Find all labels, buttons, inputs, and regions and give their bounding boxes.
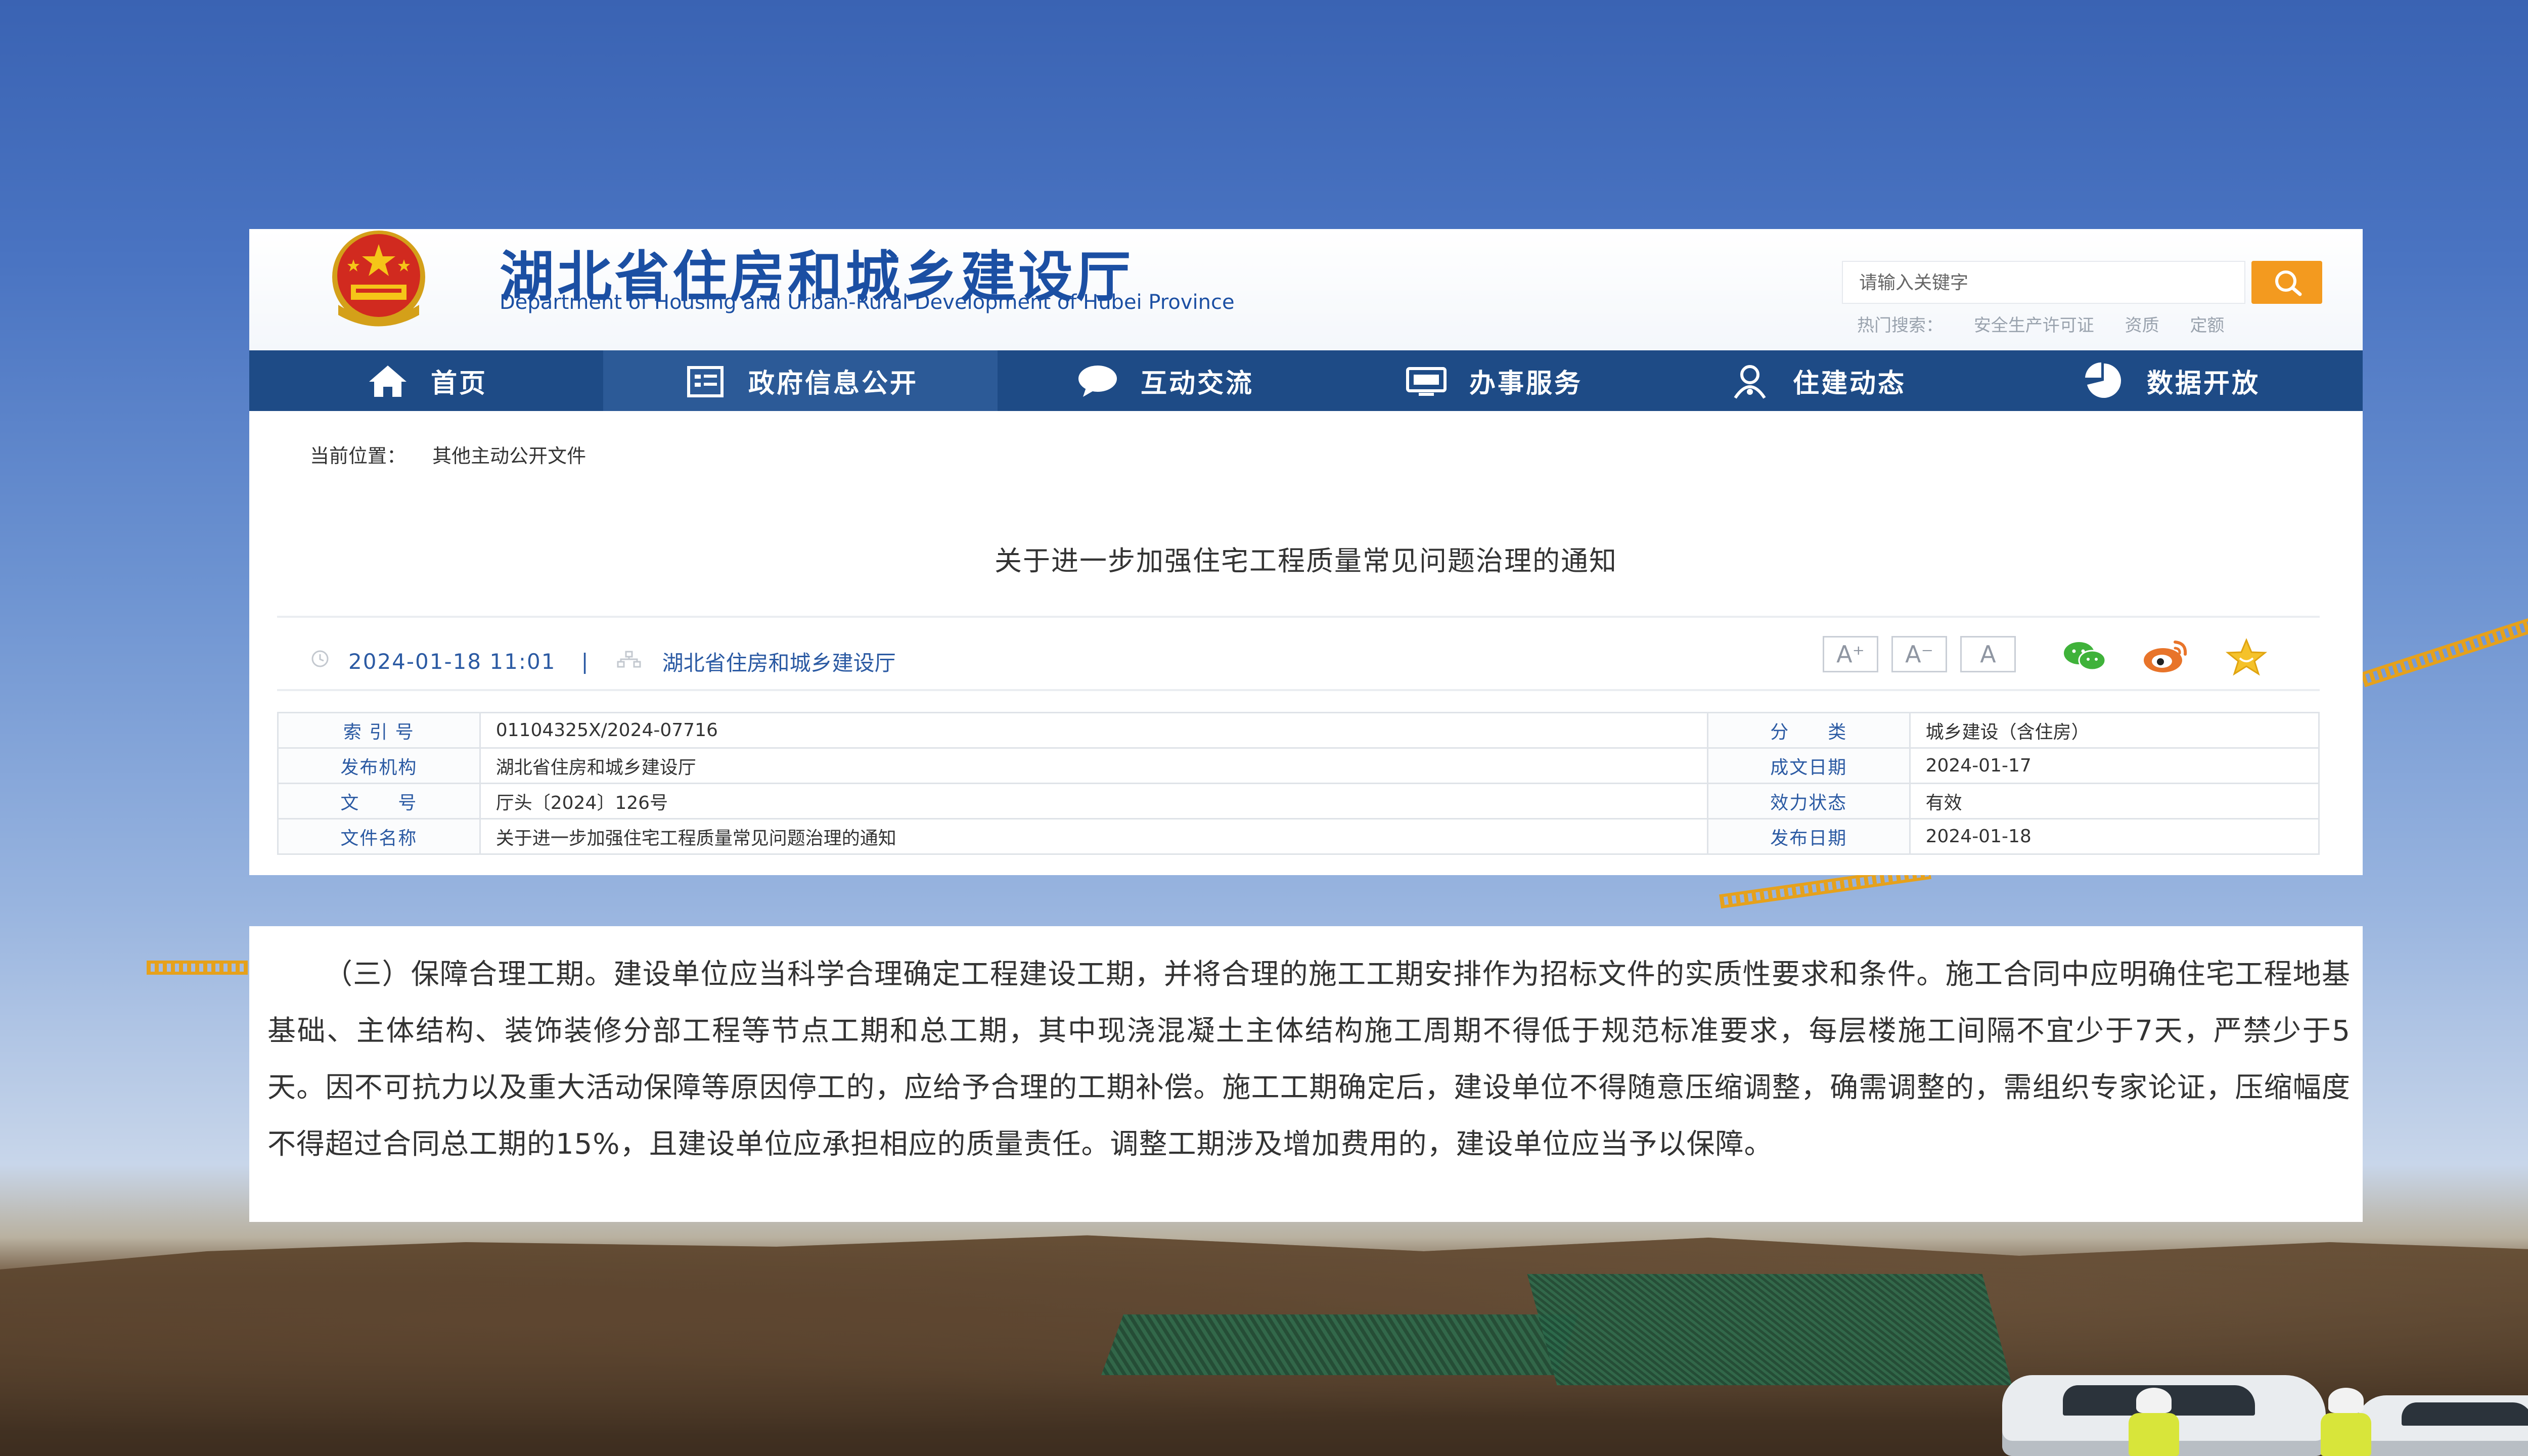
meta-separator: | bbox=[581, 649, 589, 674]
organization-icon bbox=[614, 649, 644, 674]
table-row: 索 引 号 01104325X/2024-07716 分 类 城乡建设（含住房） bbox=[277, 712, 2320, 749]
info-label: 索 引 号 bbox=[277, 712, 481, 749]
add-favorite-button[interactable] bbox=[2219, 636, 2274, 676]
divider bbox=[277, 689, 2320, 691]
background-car bbox=[2356, 1395, 2528, 1456]
info-label: 效力状态 bbox=[1706, 783, 1911, 820]
site-header: 湖北省住房和城乡建设厅 Department of Housing and Ur… bbox=[249, 229, 2363, 350]
info-label: 文件名称 bbox=[277, 818, 481, 855]
font-size-increase-button[interactable]: A⁺ bbox=[1823, 636, 1878, 672]
home-icon bbox=[365, 360, 411, 401]
pie-chart-icon bbox=[2081, 360, 2127, 401]
hot-search-link[interactable]: 资质 bbox=[2125, 315, 2159, 336]
background-worker-helmet bbox=[2328, 1388, 2364, 1413]
background-crane-left bbox=[147, 961, 248, 975]
main-nav: 首页 政府信息公开 互动交流 办事服务 住建动态 数据开放 bbox=[249, 350, 2363, 411]
publish-datetime: 2024-01-18 11:01 bbox=[348, 649, 556, 674]
share-weibo-button[interactable] bbox=[2138, 636, 2193, 676]
site-subtitle: Department of Housing and Urban-Rural De… bbox=[500, 291, 1235, 314]
government-website-panel: 湖北省住房和城乡建设厅 Department of Housing and Ur… bbox=[249, 229, 2363, 875]
hot-search: 热门搜索： 安全生产许可证 资质 定额 bbox=[1857, 311, 2249, 336]
table-row: 文 号 厅头〔2024〕126号 效力状态 有效 bbox=[277, 783, 2320, 820]
info-value: 湖北省住房和城乡建设厅 bbox=[479, 747, 1708, 784]
nav-item-label: 互动交流 bbox=[1140, 368, 1254, 399]
breadcrumb-label: 当前位置： bbox=[310, 445, 407, 467]
nav-item-gov-info[interactable]: 政府信息公开 bbox=[603, 350, 998, 411]
info-value: 有效 bbox=[1909, 783, 2320, 820]
nav-item-news[interactable]: 住建动态 bbox=[1655, 350, 1978, 411]
nav-item-label: 住建动态 bbox=[1792, 368, 1906, 399]
search-button[interactable] bbox=[2251, 261, 2322, 304]
article-excerpt-text: （三）保障合理工期。建设单位应当科学合理确定工程建设工期，并将合理的施工工期安排… bbox=[267, 958, 2351, 1161]
chat-bubble-icon bbox=[1075, 360, 1120, 401]
table-row: 文件名称 关于进一步加强住宅工程质量常见问题治理的通知 发布日期 2024-01… bbox=[277, 818, 2320, 855]
national-emblem-icon bbox=[332, 231, 425, 327]
background-worker bbox=[2321, 1413, 2371, 1456]
article-excerpt-card: （三）保障合理工期。建设单位应当科学合理确定工程建设工期，并将合理的施工工期安排… bbox=[249, 926, 2363, 1222]
nav-item-label: 首页 bbox=[430, 368, 487, 399]
nav-item-interaction[interactable]: 互动交流 bbox=[998, 350, 1331, 411]
info-label: 分 类 bbox=[1706, 712, 1911, 749]
hot-search-label: 热门搜索： bbox=[1857, 315, 1943, 336]
document-info-table: 索 引 号 01104325X/2024-07716 分 类 城乡建设（含住房）… bbox=[277, 712, 2320, 855]
breadcrumb-link[interactable]: 其他主动公开文件 bbox=[432, 445, 586, 467]
favorite-star-icon bbox=[2225, 638, 2268, 676]
table-row: 发布机构 湖北省住房和城乡建设厅 成文日期 2024-01-17 bbox=[277, 747, 2320, 784]
info-label: 发布日期 bbox=[1706, 818, 1911, 855]
article-meta: 2024-01-18 11:01 | 湖北省住房和城乡建设厅 bbox=[310, 641, 896, 681]
info-label: 成文日期 bbox=[1706, 747, 1911, 784]
breadcrumb: 当前位置： 其他主动公开文件 bbox=[310, 440, 586, 468]
nav-item-services[interactable]: 办事服务 bbox=[1331, 350, 1655, 411]
background-worker bbox=[2129, 1413, 2179, 1456]
monitor-icon bbox=[1404, 360, 1449, 401]
search-icon bbox=[2275, 270, 2302, 296]
hot-search-link[interactable]: 安全生产许可证 bbox=[1974, 315, 2094, 336]
document-list-icon bbox=[683, 360, 728, 401]
background-worker-helmet bbox=[2136, 1388, 2172, 1413]
weibo-icon bbox=[2144, 641, 2187, 672]
search-input[interactable] bbox=[1843, 262, 2247, 303]
background-green-net bbox=[1101, 1314, 1578, 1375]
info-value: 厅头〔2024〕126号 bbox=[479, 783, 1708, 820]
font-size-reset-button[interactable]: A bbox=[1960, 636, 2016, 672]
nav-item-home[interactable]: 首页 bbox=[249, 350, 603, 411]
hot-search-link[interactable]: 定额 bbox=[2190, 315, 2224, 336]
divider bbox=[277, 616, 2320, 618]
info-label: 文 号 bbox=[277, 783, 481, 820]
info-label: 发布机构 bbox=[277, 747, 481, 784]
background-green-net bbox=[1527, 1274, 2012, 1385]
share-wechat-button[interactable] bbox=[2057, 636, 2112, 676]
publisher-link[interactable]: 湖北省住房和城乡建设厅 bbox=[662, 646, 896, 677]
info-value: 2024-01-18 bbox=[1909, 818, 2320, 855]
search-box bbox=[1842, 261, 2247, 304]
info-value: 关于进一步加强住宅工程质量常见问题治理的通知 bbox=[479, 818, 1708, 855]
clock-icon bbox=[310, 649, 330, 674]
font-size-decrease-button[interactable]: A⁻ bbox=[1891, 636, 1947, 672]
nav-item-label: 办事服务 bbox=[1469, 368, 1583, 399]
nav-item-open-data[interactable]: 数据开放 bbox=[1978, 350, 2363, 411]
info-value: 01104325X/2024-07716 bbox=[479, 712, 1708, 749]
wechat-icon bbox=[2064, 642, 2106, 671]
info-value: 城乡建设（含住房） bbox=[1909, 712, 2320, 749]
nav-item-label: 数据开放 bbox=[2146, 368, 2260, 399]
article-title: 关于进一步加强住宅工程质量常见问题治理的通知 bbox=[995, 545, 1617, 577]
nav-item-label: 政府信息公开 bbox=[748, 368, 918, 399]
user-icon bbox=[1727, 360, 1773, 401]
info-value: 2024-01-17 bbox=[1909, 747, 2320, 784]
